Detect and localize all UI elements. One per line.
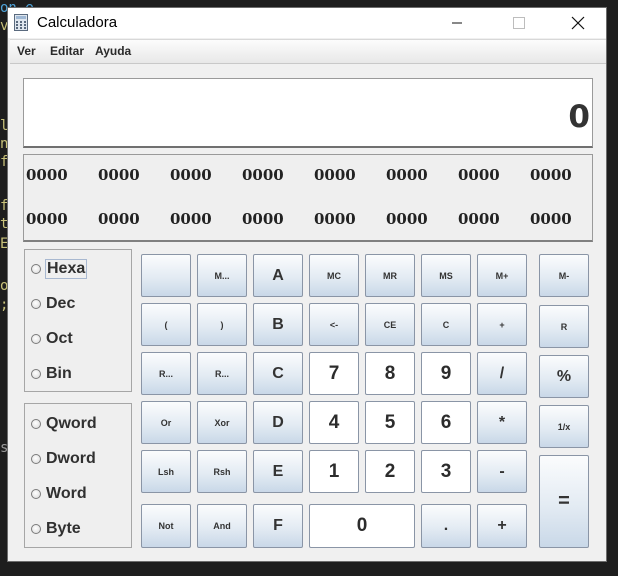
radio-circle [31,524,41,534]
radio-circle [31,419,41,429]
bit-group: 0000 [242,210,284,228]
bit-group: 0000 [314,166,356,184]
right-paren-button[interactable]: ) [197,303,247,346]
m-minus-button[interactable]: M- [539,254,589,297]
calculator-icon [14,14,28,31]
digit-1-button[interactable]: 1 [309,450,359,493]
left-paren-button[interactable]: ( [141,303,191,346]
radio-circle [31,264,41,274]
reciprocal-button[interactable]: 1/x [539,405,589,448]
m-plus-button[interactable]: M+ [477,254,527,297]
digit-0-button[interactable]: 0 [309,504,415,548]
radio-oct[interactable]: Oct [31,329,73,349]
hex-f-button[interactable]: F [253,504,303,548]
decimal-button[interactable]: . [421,504,471,548]
bit-group: 0000 [386,166,428,184]
bit-group: 0000 [170,210,212,228]
hex-d-button[interactable]: D [253,401,303,444]
sign-button[interactable]: + [477,303,527,346]
divide-button[interactable]: / [477,352,527,395]
minimize-button[interactable] [434,8,480,38]
radio-dword[interactable]: Dword [31,449,96,469]
bit-group: 0000 [530,166,572,184]
title-bar[interactable]: Calculadora [8,8,606,38]
clear-button[interactable]: C [421,303,471,346]
hex-b-button[interactable]: B [253,303,303,346]
digit-7-button[interactable]: 7 [309,352,359,395]
digit-3-button[interactable]: 3 [421,450,471,493]
equals-button[interactable]: = [539,455,589,548]
bit-group: 0000 [314,210,356,228]
minimize-icon [452,22,462,24]
radio-circle [31,299,41,309]
digit-2-button[interactable]: 2 [365,450,415,493]
base-radio-group: Hexa Dec Oct Bin [24,249,132,392]
rsh-button[interactable]: Rsh [197,450,247,493]
radio-circle [31,454,41,464]
rotate-left-button[interactable]: R... [141,352,191,395]
digit-8-button[interactable]: 8 [365,352,415,395]
bit-display: 0000 0000 0000 0000 0000 0000 0000 0000 … [23,154,593,242]
radio-word[interactable]: Word [31,484,87,504]
calculator-window: Calculadora Ver Editar Ayuda 0 0000 0000… [7,7,607,562]
r-button[interactable]: R [539,305,589,348]
minus-button[interactable]: - [477,450,527,493]
maximize-icon [513,17,525,29]
radio-dec[interactable]: Dec [31,294,75,314]
digit-4-button[interactable]: 4 [309,401,359,444]
bit-group: 0000 [170,166,212,184]
digit-6-button[interactable]: 6 [421,401,471,444]
result-display: 0 [23,78,593,148]
bit-group: 0000 [98,210,140,228]
bit-group: 0000 [458,210,500,228]
radio-circle [31,369,41,379]
and-button[interactable]: And [197,504,247,548]
m-more-button[interactable]: M... [197,254,247,297]
backspace-button[interactable]: <- [309,303,359,346]
bit-group: 0000 [26,166,68,184]
bit-group: 0000 [530,210,572,228]
menu-bar: Ver Editar Ayuda [10,39,606,64]
maximize-button[interactable] [496,8,542,38]
digit-5-button[interactable]: 5 [365,401,415,444]
lsh-button[interactable]: Lsh [141,450,191,493]
word-size-radio-group: Qword Dword Word Byte [24,403,132,548]
hex-e-button[interactable]: E [253,450,303,493]
close-icon [571,16,585,30]
digit-9-button[interactable]: 9 [421,352,471,395]
multiply-button[interactable]: * [477,401,527,444]
hex-a-button[interactable]: A [253,254,303,297]
mc-button[interactable]: MC [309,254,359,297]
radio-byte[interactable]: Byte [31,519,81,539]
bit-group: 0000 [386,210,428,228]
radio-circle [31,334,41,344]
radio-bin[interactable]: Bin [31,364,72,384]
menu-editar[interactable]: Editar [50,44,84,58]
mr-button[interactable]: MR [365,254,415,297]
bit-group: 0000 [242,166,284,184]
hex-c-button[interactable]: C [253,352,303,395]
bit-group: 0000 [26,210,68,228]
bit-group: 0000 [458,166,500,184]
ms-button[interactable]: MS [421,254,471,297]
radio-qword[interactable]: Qword [31,414,97,434]
window-title: Calculadora [37,14,118,31]
blank-button[interactable] [141,254,191,297]
or-button[interactable]: Or [141,401,191,444]
bit-group: 0000 [98,166,140,184]
close-button[interactable] [555,8,601,38]
radio-circle [31,489,41,499]
plus-button[interactable]: + [477,504,527,548]
rotate-right-button[interactable]: R... [197,352,247,395]
display-value: 0 [568,99,590,135]
ce-button[interactable]: CE [365,303,415,346]
percent-button[interactable]: % [539,355,589,398]
xor-button[interactable]: Xor [197,401,247,444]
menu-ver[interactable]: Ver [17,44,36,58]
menu-ayuda[interactable]: Ayuda [95,44,131,58]
not-button[interactable]: Not [141,504,191,548]
radio-hexa[interactable]: Hexa [31,259,88,279]
